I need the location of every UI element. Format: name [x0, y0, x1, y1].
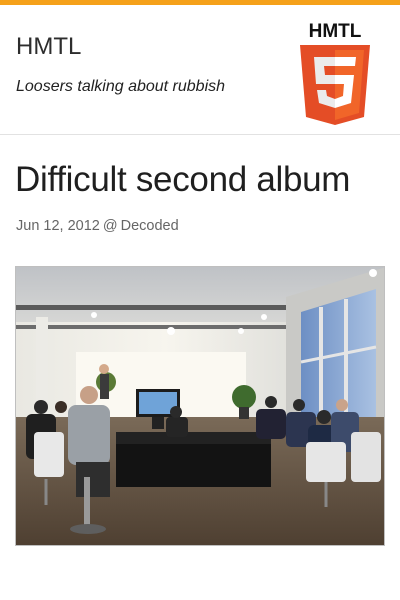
- post-title: Difficult second album: [15, 160, 351, 199]
- site-title-link[interactable]: HMTL: [16, 33, 81, 61]
- post-category: Decoded: [120, 218, 179, 234]
- html5-shield-icon: HMTL: [300, 21, 370, 125]
- post-meta-separator: @: [102, 218, 118, 234]
- post-meta: Jun 12, 2012 @ Decoded: [16, 218, 179, 234]
- post-photo: [15, 266, 385, 546]
- photo-presentation-icon: [16, 267, 384, 545]
- post-date: Jun 12, 2012: [16, 218, 100, 234]
- html5-logo[interactable]: HMTL: [298, 17, 372, 125]
- site-header: HMTL Loosers talking about rubbish HMTL: [0, 5, 400, 135]
- logo-text: HMTL: [309, 21, 362, 42]
- site-tagline: Loosers talking about rubbish: [16, 78, 226, 95]
